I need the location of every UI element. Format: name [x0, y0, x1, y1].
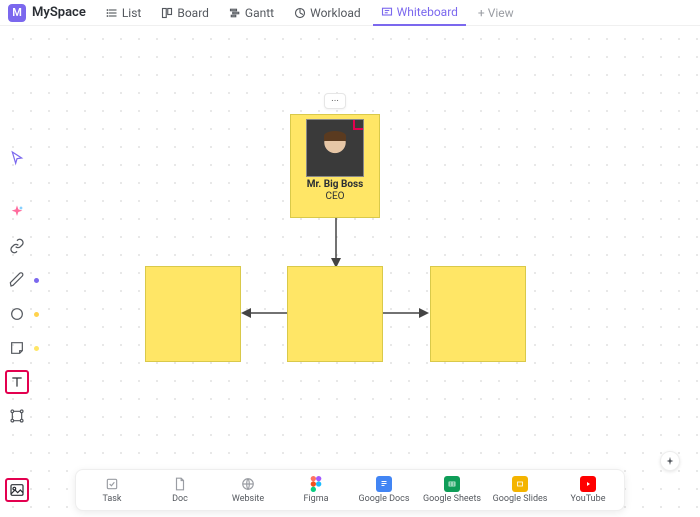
sticky-icon: [9, 340, 25, 356]
list-icon: [106, 7, 118, 19]
dock-youtube[interactable]: YouTube: [562, 476, 614, 504]
note-title-text: CEO: [325, 191, 344, 202]
tab-board-label: Board: [177, 6, 209, 20]
dock-gsheets[interactable]: Google Sheets: [426, 476, 478, 504]
task-icon: [104, 476, 120, 492]
tab-whiteboard-label: Whiteboard: [397, 5, 458, 19]
youtube-icon: [580, 476, 596, 492]
dock-doc-label: Doc: [172, 494, 188, 504]
pin-button[interactable]: [660, 451, 680, 471]
pin-icon: [665, 456, 675, 466]
tool-shape[interactable]: [5, 302, 29, 326]
tab-board[interactable]: Board: [153, 0, 217, 26]
sticky-color-dot: [34, 346, 39, 351]
tab-whiteboard[interactable]: Whiteboard: [373, 0, 466, 26]
circle-icon: [9, 306, 25, 322]
tab-list-label: List: [122, 6, 142, 20]
note-name-text: Mr. Big Boss: [307, 179, 364, 190]
dock-gslides-label: Google Slides: [493, 494, 548, 504]
dock-gsheets-label: Google Sheets: [423, 494, 481, 504]
dock-gdocs[interactable]: Google Docs: [358, 476, 410, 504]
dock-gslides[interactable]: Google Slides: [494, 476, 546, 504]
dock-doc[interactable]: Doc: [154, 476, 206, 504]
dock-figma[interactable]: Figma: [290, 476, 342, 504]
note-child-1[interactable]: [145, 266, 241, 362]
note-more-button[interactable]: ···: [324, 93, 346, 109]
highlight-corner: [353, 119, 364, 130]
tool-sticky[interactable]: [5, 336, 29, 360]
board-icon: [161, 7, 173, 19]
gsheets-icon: [444, 476, 460, 492]
gdocs-icon: [376, 476, 392, 492]
tab-add-label: + View: [478, 6, 514, 20]
tab-gantt-label: Gantt: [245, 6, 274, 20]
tab-workload-label: Workload: [310, 6, 361, 20]
tool-ai[interactable]: [5, 200, 29, 224]
left-toolbar: [4, 166, 30, 502]
cursor-icon: [9, 150, 25, 166]
dock-task-label: Task: [103, 494, 122, 504]
tool-select[interactable]: [5, 146, 29, 170]
dock-task[interactable]: Task: [86, 476, 138, 504]
globe-icon: [240, 476, 256, 492]
tool-pen[interactable]: [5, 268, 29, 292]
tool-link[interactable]: [5, 234, 29, 258]
sparkle-icon: [9, 204, 25, 220]
pen-color-dot: [34, 278, 39, 283]
note-child-3[interactable]: [430, 266, 526, 362]
tool-connector[interactable]: [5, 404, 29, 428]
bottom-dock: Task Doc Website Figma Google Docs Googl…: [75, 469, 625, 511]
note-image[interactable]: [306, 119, 364, 177]
tab-gantt[interactable]: Gantt: [221, 0, 282, 26]
dock-youtube-label: YouTube: [571, 494, 606, 504]
shape-color-dot: [34, 312, 39, 317]
arrow-left[interactable]: [241, 306, 287, 320]
dock-website-label: Website: [232, 494, 264, 504]
tab-workload[interactable]: Workload: [286, 0, 369, 26]
image-icon: [9, 482, 25, 498]
dock-website[interactable]: Website: [222, 476, 274, 504]
workspace-name[interactable]: MySpace: [32, 5, 86, 20]
figma-icon: [308, 476, 324, 492]
pen-icon: [9, 272, 25, 288]
dock-figma-label: Figma: [303, 494, 328, 504]
dock-gdocs-label: Google Docs: [358, 494, 409, 504]
whiteboard-icon: [381, 6, 393, 18]
text-icon: [9, 374, 25, 390]
gslides-icon: [512, 476, 528, 492]
arrow-down[interactable]: [330, 218, 342, 268]
note-ceo[interactable]: ··· Mr. Big Boss CEO: [290, 114, 380, 218]
workload-icon: [294, 7, 306, 19]
tool-text[interactable]: [5, 370, 29, 394]
connector-icon: [9, 408, 25, 424]
header-bar: M MySpace List Board Gantt Workload Whit…: [0, 0, 700, 26]
tab-add-view[interactable]: + View: [470, 0, 522, 26]
arrow-right[interactable]: [383, 306, 429, 320]
tool-image[interactable]: [5, 478, 29, 502]
link-icon: [9, 238, 25, 254]
workspace-badge[interactable]: M: [8, 4, 26, 22]
note-child-2[interactable]: [287, 266, 383, 362]
gantt-icon: [229, 7, 241, 19]
tab-list[interactable]: List: [98, 0, 150, 26]
whiteboard-canvas[interactable]: ··· Mr. Big Boss CEO Task: [0, 26, 700, 517]
doc-icon: [172, 476, 188, 492]
